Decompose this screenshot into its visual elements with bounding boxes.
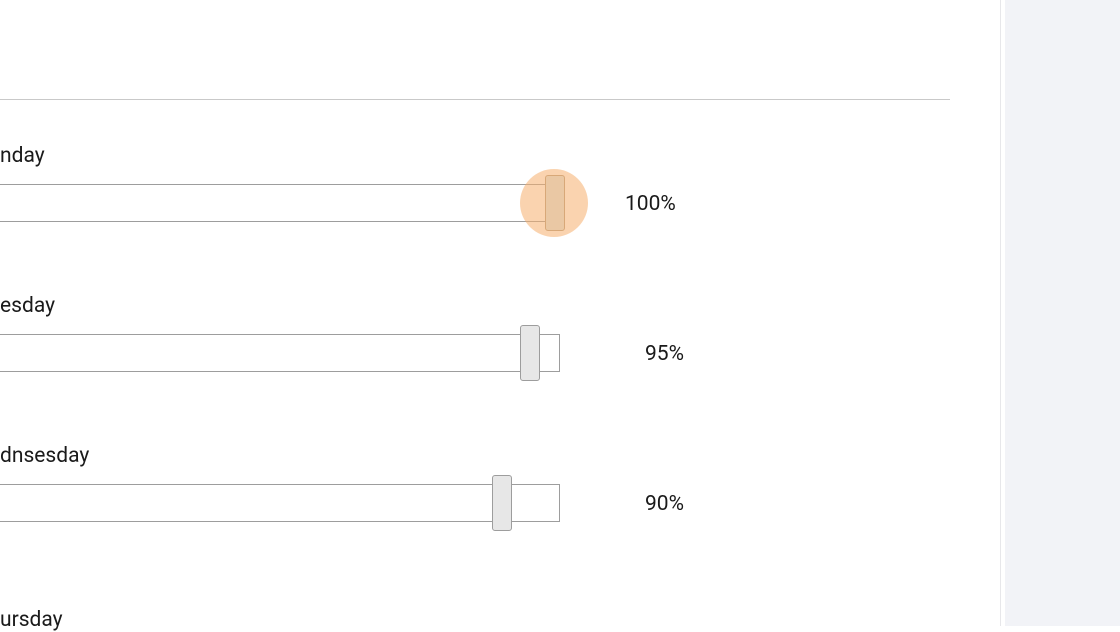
slider-thumb[interactable] [492,475,512,531]
content-right-border [1000,0,1001,626]
slider-value: 100% [625,192,676,216]
slider-track[interactable] [0,484,560,522]
slider-thumb[interactable] [520,325,540,381]
section-divider [0,99,950,100]
slider-track[interactable] [0,334,560,372]
slider-thumb[interactable] [545,175,565,231]
slider-value: 95% [645,342,684,366]
slider-label: esday [0,294,55,318]
slider-label: nday [0,144,45,168]
right-side-panel [1005,0,1120,626]
slider-label: dnsesday [0,444,89,468]
slider-value: 90% [645,492,684,516]
slider-track[interactable] [0,184,560,222]
slider-label: ursday [0,608,63,632]
settings-content: nday 100% esday 95% dnsesday 90% ursday [0,0,985,626]
